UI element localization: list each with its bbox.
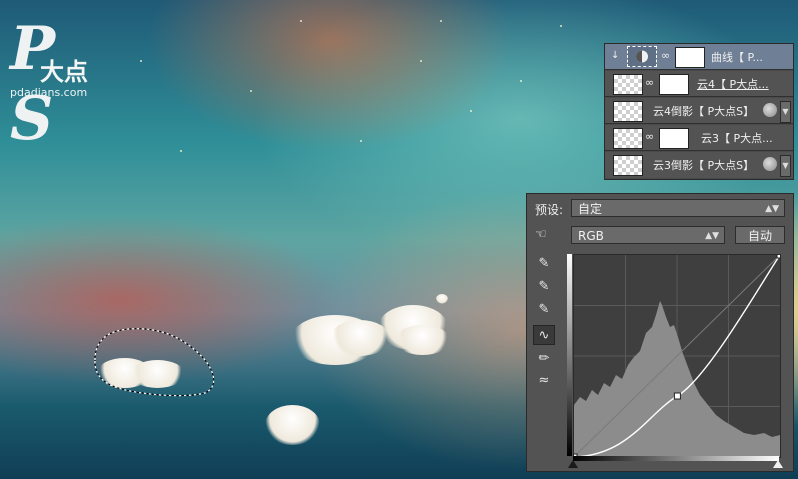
pencil-draw-icon[interactable]: ✏: [533, 349, 555, 369]
layer-mask-thumb[interactable]: [659, 128, 689, 149]
logo-url: pdadians.com: [10, 86, 88, 99]
chevron-down-icon[interactable]: ▼: [780, 101, 791, 123]
star: [440, 20, 442, 22]
star: [250, 90, 252, 92]
layer-thumb: [613, 128, 643, 149]
channel-select[interactable]: RGB ▲▼: [571, 226, 725, 244]
black-point-slider[interactable]: [568, 460, 578, 468]
chain-link-icon: ∞: [661, 49, 671, 62]
select-arrows-icon: ▲▼: [705, 231, 719, 241]
layer-name: 云4【 P大点...: [697, 78, 769, 91]
auto-button[interactable]: 自动: [735, 226, 785, 244]
chevron-down-icon[interactable]: ▼: [780, 155, 791, 177]
black-point-eyedropper-icon[interactable]: ✎: [533, 254, 555, 274]
clip-arrow-icon: ↓: [611, 50, 620, 61]
white-point-slider[interactable]: [773, 460, 783, 468]
star: [420, 60, 422, 62]
curve-points-icon[interactable]: ∿: [533, 325, 555, 345]
star: [560, 25, 562, 27]
logo-chinese: 大点: [40, 58, 88, 86]
watermark-logo: P S 大点 pdadians.com: [10, 14, 110, 154]
curve-control-point[interactable]: [776, 254, 781, 259]
layer-name: 云4倒影【 P大点S】: [653, 105, 755, 118]
layer-mask-thumb[interactable]: [675, 47, 705, 68]
layer-effects-icon[interactable]: [763, 103, 777, 117]
layer-row-cloud4-reflection[interactable]: 云4倒影【 P大点S】 ▼: [605, 98, 793, 124]
star: [520, 80, 522, 82]
layer-thumb: [613, 74, 643, 95]
star: [360, 140, 362, 142]
input-gradient-bar: [573, 456, 779, 461]
layer-effects-icon[interactable]: [763, 157, 777, 171]
layer-row-curves[interactable]: ↓ ∞ 曲线【 P...: [605, 44, 793, 70]
smooth-curve-icon[interactable]: ≈: [533, 371, 555, 391]
star: [300, 20, 302, 22]
curve-control-point[interactable]: [673, 392, 681, 400]
layer-name: 曲线【 P...: [711, 51, 763, 64]
layer-name: 云3倒影【 P大点S】: [653, 159, 755, 172]
layer-row-cloud3-reflection[interactable]: 云3倒影【 P大点S】 ▼: [605, 152, 793, 178]
star: [180, 150, 182, 152]
star: [470, 110, 472, 112]
layer-row-cloud4[interactable]: ∞ 云4【 P大点...: [605, 71, 793, 97]
layer-mask-thumb[interactable]: [659, 74, 689, 95]
curves-properties-panel: 预设: 自定 ▲▼ ☜ RGB ▲▼ 自动 ✎ ✎ ✎ ∿ ✏ ≈: [526, 193, 794, 472]
layer-thumb: [613, 101, 643, 122]
output-gradient-bar: [567, 254, 572, 456]
lasso-selection[interactable]: [90, 325, 220, 400]
preset-select[interactable]: 自定 ▲▼: [571, 199, 785, 217]
star: [140, 60, 142, 62]
layer-name: 云3【 P大点...: [701, 132, 773, 145]
curves-graph[interactable]: [573, 254, 781, 458]
chain-link-icon: ∞: [645, 76, 655, 89]
channel-value: RGB: [578, 229, 604, 243]
layer-thumb: [613, 155, 643, 176]
layer-row-cloud3[interactable]: ∞ 云3【 P大点...: [605, 125, 793, 151]
gray-point-eyedropper-icon[interactable]: ✎: [533, 277, 555, 297]
chain-link-icon: ∞: [645, 130, 655, 143]
select-arrows-icon: ▲▼: [765, 204, 779, 214]
curves-adjustment-icon: [627, 46, 657, 67]
white-point-eyedropper-icon[interactable]: ✎: [533, 300, 555, 320]
on-image-adjust-icon[interactable]: ☜: [535, 227, 547, 242]
preset-label: 预设:: [535, 203, 564, 217]
preset-value: 自定: [578, 202, 603, 216]
layers-panel: ↓ ∞ 曲线【 P... ∞ 云4【 P大点... 云4倒影【 P大点S】 ▼ …: [604, 43, 794, 180]
